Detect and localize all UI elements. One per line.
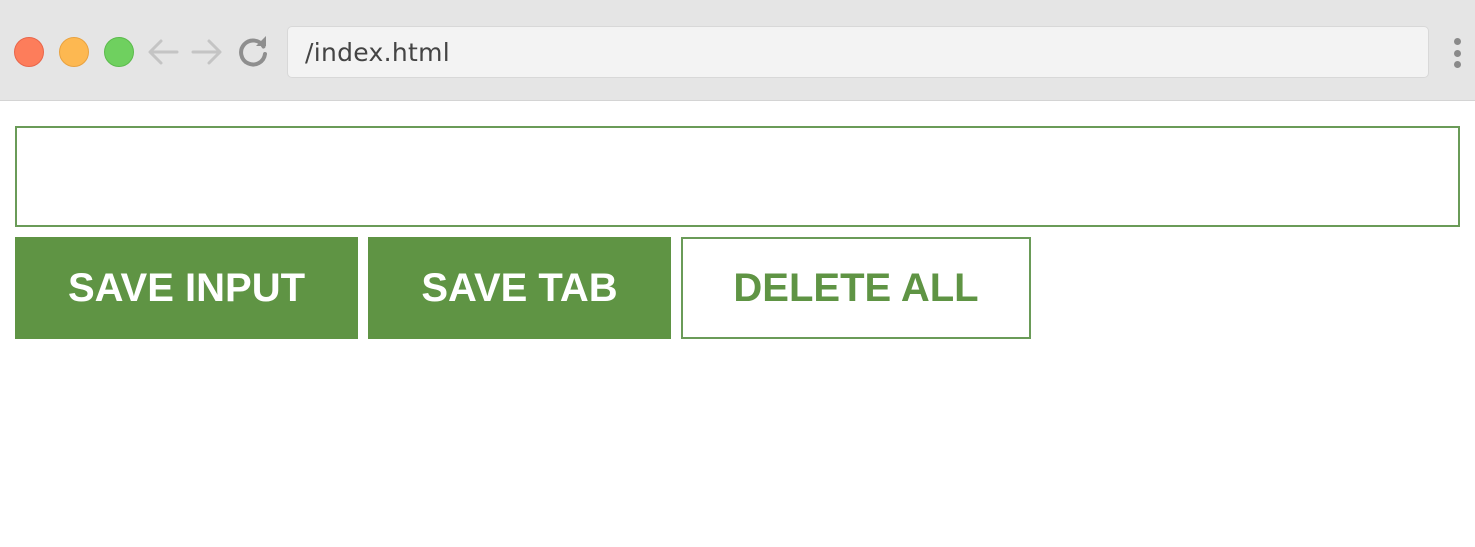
back-button[interactable] [146,35,180,69]
close-window-button[interactable] [14,37,44,67]
url-text: /index.html [305,37,451,67]
reload-button[interactable] [236,35,270,69]
save-input-button[interactable]: SAVE INPUT [15,237,358,339]
forward-button[interactable] [190,35,224,69]
menu-dot [1453,49,1461,57]
delete-all-label: DELETE ALL [733,265,979,310]
menu-dot [1453,38,1461,45]
delete-all-button[interactable]: DELETE ALL [681,237,1031,339]
menu-dot [1453,61,1461,68]
arrow-right-icon [191,39,222,65]
text-input-field[interactable] [15,126,1460,227]
reload-icon [239,36,267,67]
address-bar[interactable]: /index.html [287,26,1429,78]
save-tab-button[interactable]: SAVE TAB [368,237,671,339]
maximize-window-button[interactable] [104,37,134,67]
browser-toolbar: /index.html [0,0,1475,101]
arrow-left-icon [148,39,179,65]
minimize-window-button[interactable] [59,37,89,67]
save-input-label: SAVE INPUT [67,265,306,310]
save-tab-label: SAVE TAB [421,265,618,310]
kebab-menu-icon[interactable] [1449,35,1465,71]
